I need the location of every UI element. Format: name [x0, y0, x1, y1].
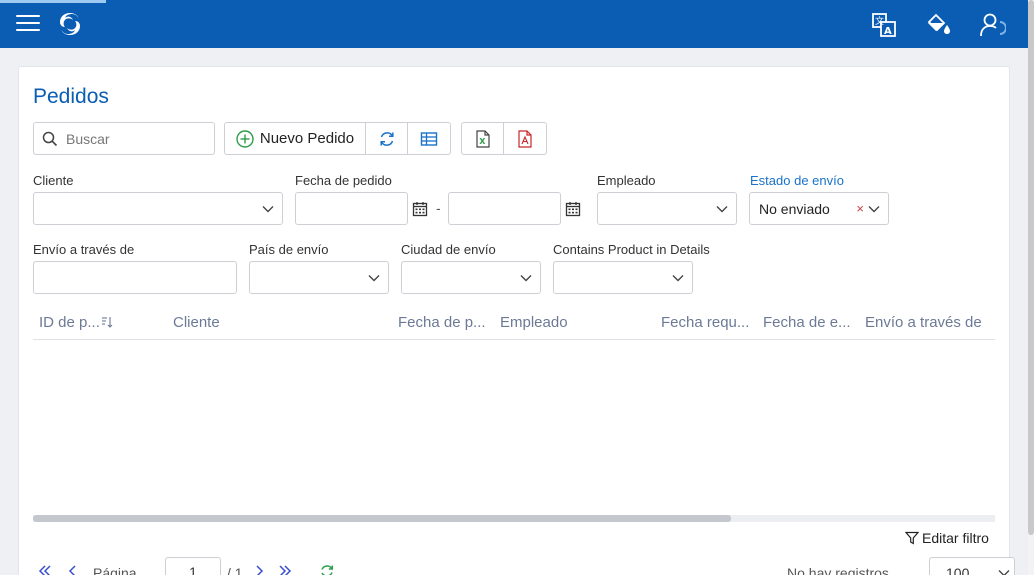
- pais-envio-label: País de envío: [249, 242, 329, 257]
- page-size-select[interactable]: 100: [929, 557, 1015, 575]
- envio-traves-input[interactable]: [33, 261, 237, 294]
- user-profile-icon[interactable]: [978, 11, 1006, 39]
- chevron-down-icon: [672, 275, 684, 282]
- column-header-fecha-requerida[interactable]: Fecha requ...: [661, 314, 749, 331]
- cliente-label: Cliente: [33, 173, 74, 188]
- cliente-select[interactable]: [33, 192, 283, 225]
- search-input[interactable]: [66, 129, 206, 149]
- estado-envio-label: Estado de envío: [750, 173, 844, 188]
- plus-circle-icon: [236, 129, 254, 148]
- column-header-label: ID de p...: [39, 314, 100, 331]
- page-size-value: 100: [946, 565, 970, 575]
- export-pdf-button[interactable]: [504, 123, 546, 154]
- pdf-file-icon: [518, 129, 532, 148]
- last-page-icon[interactable]: [277, 563, 293, 575]
- estado-envio-select[interactable]: No enviado ×: [749, 192, 889, 225]
- grid-horizontal-scrollbar[interactable]: [33, 515, 995, 522]
- chevron-down-icon: [716, 206, 728, 213]
- column-header-empleado[interactable]: Empleado: [500, 314, 568, 331]
- chevron-down-icon: [262, 206, 274, 213]
- menu-icon[interactable]: [16, 13, 40, 33]
- translate-icon[interactable]: 文 A: [870, 11, 898, 39]
- column-header-id[interactable]: ID de p...: [39, 314, 113, 331]
- loading-indicator: [0, 0, 106, 3]
- reload-icon[interactable]: [319, 563, 335, 575]
- search-icon: [42, 131, 58, 147]
- chevron-down-icon: [368, 275, 380, 282]
- column-header-fecha-pedido[interactable]: Fecha de p...: [398, 314, 486, 331]
- svg-text:文: 文: [875, 15, 884, 27]
- first-page-icon[interactable]: [37, 563, 53, 575]
- calendar-icon[interactable]: [565, 201, 581, 217]
- page-total: / 1: [227, 565, 243, 575]
- contains-product-select[interactable]: [553, 261, 693, 294]
- filter-icon: [905, 531, 919, 545]
- page-title: Pedidos: [33, 85, 109, 108]
- export-toolbar: X: [461, 122, 547, 155]
- envio-traves-label: Envío a través de: [33, 242, 135, 257]
- export-excel-button[interactable]: X: [462, 123, 504, 154]
- chevron-down-icon: [868, 206, 880, 213]
- main-toolbar: Nuevo Pedido: [224, 122, 451, 155]
- refresh-icon: [379, 131, 394, 146]
- sort-icon: [101, 317, 113, 328]
- edit-filter-button[interactable]: Editar filtro: [905, 530, 989, 546]
- paint-bucket-icon[interactable]: [924, 11, 952, 39]
- page-number-input[interactable]: [165, 557, 221, 575]
- grid-view-button[interactable]: [408, 123, 450, 154]
- svg-text:A: A: [884, 26, 892, 37]
- top-navbar: 文 A: [0, 0, 1028, 48]
- scrollbar-thumb[interactable]: [33, 515, 731, 522]
- ciudad-envio-label: Ciudad de envío: [401, 242, 496, 257]
- ciudad-envio-select[interactable]: [401, 261, 541, 294]
- fecha-pedido-from-input[interactable]: [295, 192, 408, 225]
- chevron-down-icon: [520, 275, 532, 282]
- grid-header: ID de p... Cliente Fecha de p... Emplead…: [33, 306, 995, 340]
- new-order-label: Nuevo Pedido: [259, 130, 355, 147]
- orders-panel: Pedidos Nuevo Pedido: [18, 66, 1015, 575]
- clear-icon[interactable]: ×: [856, 201, 864, 216]
- previous-page-icon[interactable]: [65, 563, 81, 575]
- chevron-down-icon: [998, 570, 1010, 575]
- table-icon: [420, 131, 438, 146]
- new-order-button[interactable]: Nuevo Pedido: [225, 123, 366, 154]
- excel-file-icon: X: [475, 129, 490, 148]
- search-box[interactable]: [33, 122, 215, 155]
- empleado-select[interactable]: [597, 192, 737, 225]
- fecha-pedido-label: Fecha de pedido: [295, 173, 392, 188]
- pager: Página / 1 No hay registros 100: [37, 555, 1015, 575]
- edit-filter-label: Editar filtro: [922, 530, 989, 546]
- page-scrollbar[interactable]: [1028, 0, 1034, 575]
- column-header-fecha-envio[interactable]: Fecha de e...: [763, 314, 851, 331]
- estado-envio-value: No enviado: [759, 201, 830, 217]
- calendar-icon[interactable]: [412, 201, 428, 217]
- contains-product-label: Contains Product in Details: [553, 242, 710, 257]
- refresh-button[interactable]: [366, 123, 408, 154]
- app-logo-icon[interactable]: [56, 10, 84, 38]
- fecha-pedido-to-input[interactable]: [448, 192, 561, 225]
- column-header-envio-traves[interactable]: Envío a través de: [865, 314, 982, 331]
- no-records-label: No hay registros: [787, 565, 889, 575]
- date-range-separator: -: [436, 200, 441, 216]
- column-header-cliente[interactable]: Cliente: [173, 314, 220, 331]
- empleado-label: Empleado: [597, 173, 656, 188]
- next-page-icon[interactable]: [251, 563, 267, 575]
- page-label: Página: [93, 565, 137, 575]
- pais-envio-select[interactable]: [249, 261, 389, 294]
- svg-text:X: X: [479, 137, 486, 146]
